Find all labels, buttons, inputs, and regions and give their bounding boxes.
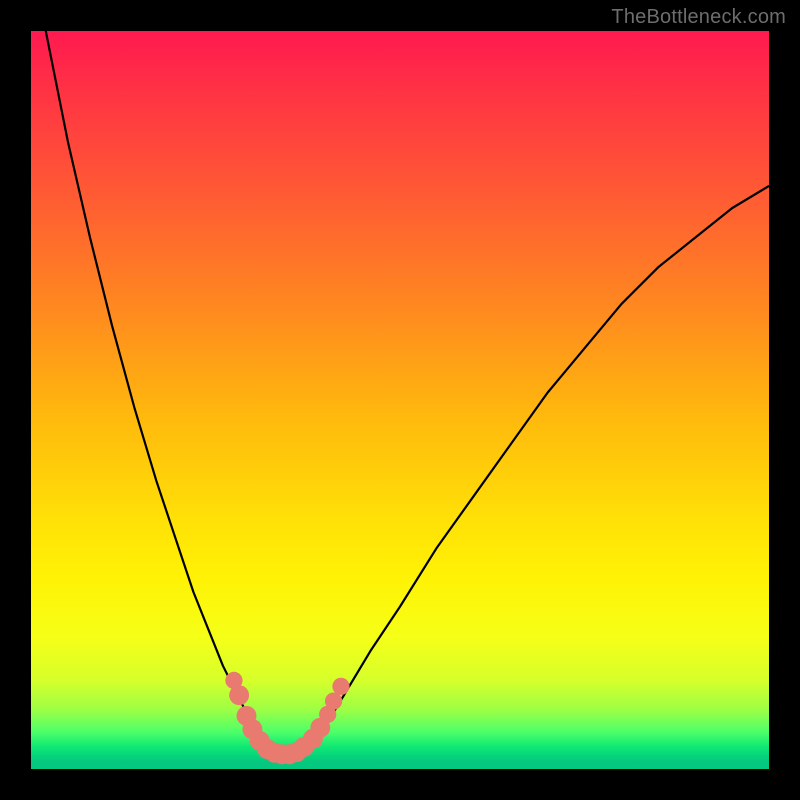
curve-marker bbox=[325, 692, 342, 709]
curve-marker bbox=[229, 685, 249, 705]
bottleneck-curve bbox=[31, 0, 769, 754]
curve-marker bbox=[332, 678, 349, 695]
bottleneck-curve-svg bbox=[31, 31, 769, 769]
watermark-text: TheBottleneck.com bbox=[611, 6, 786, 29]
curve-markers bbox=[225, 672, 349, 764]
plot-area bbox=[31, 31, 769, 769]
chart-frame: TheBottleneck.com bbox=[0, 0, 800, 800]
